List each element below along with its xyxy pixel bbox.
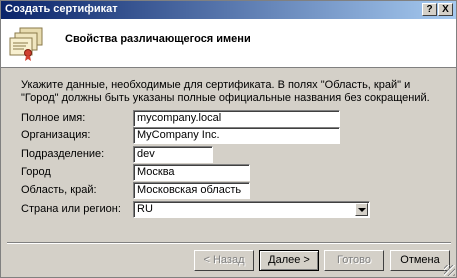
unit-label: Подразделение: [21,148,105,160]
unit-input[interactable]: dev [133,146,213,163]
back-button[interactable]: < Назад [194,250,254,271]
state-label: Область, край: [21,184,97,196]
button-separator [7,242,451,244]
country-select-value: RU [137,203,153,215]
certificate-icon [9,27,43,61]
country-label: Страна или регион: [21,203,121,215]
chevron-down-icon[interactable] [355,203,368,216]
resize-grip[interactable] [444,265,455,276]
create-certificate-window: Создать сертификат ? X Свойства различаю… [0,0,457,278]
common-name-label: Полное имя: [21,112,86,124]
intro-text: Укажите данные, необходимые для сертифик… [21,79,430,104]
close-button[interactable]: X [438,3,453,16]
finish-button[interactable]: Готово [324,250,384,271]
next-button[interactable]: Далее > [259,250,319,271]
page-title: Свойства различающегося имени [65,33,251,45]
organization-label: Организация: [21,129,91,141]
cancel-button[interactable]: Отмена [390,250,450,271]
city-input[interactable]: Москва [133,164,250,181]
window-title: Создать сертификат [5,3,118,15]
common-name-input[interactable]: mycompany.local [133,110,340,127]
title-bar[interactable]: Создать сертификат ? X [1,1,456,19]
state-input[interactable]: Московская область [133,182,250,199]
help-button[interactable]: ? [422,3,437,16]
wizard-header: Свойства различающегося имени [1,19,456,68]
organization-input[interactable]: MyCompany Inc. [133,127,340,144]
country-select[interactable]: RU [133,201,370,218]
city-label: Город [21,166,51,178]
